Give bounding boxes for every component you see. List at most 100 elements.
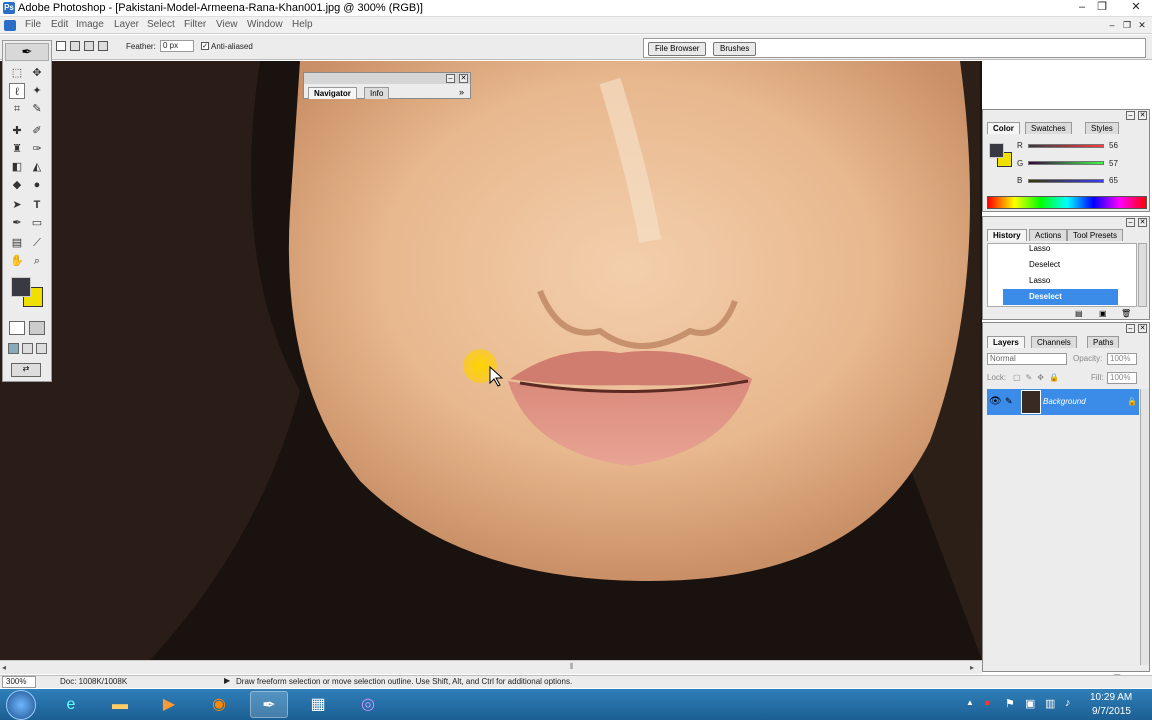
screen-mode-standard-icon[interactable] (8, 343, 19, 354)
video-editor-icon[interactable]: ▦ (299, 691, 337, 718)
tray-expand-icon[interactable]: ▲ (966, 698, 974, 707)
tab-info[interactable]: Info (364, 87, 390, 99)
layers-close-button[interactable]: ✕ (1138, 324, 1147, 333)
pen-tool-icon[interactable]: ✒ (9, 215, 25, 231)
history-brush-icon[interactable]: ✑ (29, 141, 45, 157)
history-close-button[interactable]: ✕ (1138, 218, 1147, 227)
tab-paths[interactable]: Paths (1087, 336, 1120, 348)
menu-image[interactable]: Image (76, 19, 104, 30)
slice-tool-icon[interactable]: ✎ (29, 101, 45, 117)
eyedropper-tool-icon[interactable]: ⟋ (29, 235, 45, 251)
scroll-left-icon[interactable]: ◂ (2, 663, 6, 672)
standard-mode-icon[interactable] (9, 321, 25, 335)
healing-brush-icon[interactable]: ✚ (9, 123, 25, 139)
lock-icons[interactable]: ▢✎✥🔒 (1013, 373, 1073, 383)
tab-channels[interactable]: Channels (1031, 336, 1077, 348)
clone-stamp-icon[interactable]: ♜ (9, 141, 25, 157)
marquee-tool-icon[interactable]: ⬚ (9, 65, 25, 81)
restore-button[interactable]: ❐ (1090, 0, 1114, 15)
notes-tool-icon[interactable]: ▤ (9, 235, 25, 251)
navigator-close-button[interactable]: ✕ (459, 74, 468, 83)
jump-to-imageready-icon[interactable]: ⇄ (11, 363, 41, 377)
history-item[interactable]: Deselect (1003, 257, 1118, 273)
volume-icon[interactable]: ♪ (1065, 697, 1071, 709)
magic-wand-tool-icon[interactable]: ✦ (29, 83, 45, 99)
file-browser-tab[interactable]: File Browser (648, 42, 707, 56)
network-icon[interactable]: ▥ (1045, 697, 1055, 710)
add-selection-icon[interactable] (70, 41, 80, 51)
brushes-tab[interactable]: Brushes (713, 42, 757, 56)
red-value[interactable]: 56 (1109, 141, 1118, 150)
menu-help[interactable]: Help (292, 19, 313, 30)
tab-layers[interactable]: Layers (987, 336, 1025, 348)
feather-input[interactable]: 0 px (160, 40, 194, 52)
color-fg-swatch[interactable] (989, 143, 1004, 158)
blue-slider[interactable] (1028, 179, 1104, 183)
tab-color[interactable]: Color (987, 122, 1020, 134)
red-slider[interactable] (1028, 144, 1104, 148)
photoshop-taskbar-icon[interactable]: ✒ (250, 691, 288, 718)
screen-mode-full-menu-icon[interactable] (22, 343, 33, 354)
layer-visibility-eye-icon[interactable]: 👁 (989, 396, 1002, 407)
doc-minimize-button[interactable]: – (1104, 18, 1120, 33)
menu-filter[interactable]: Filter (184, 19, 206, 30)
history-scrollbar[interactable] (1138, 243, 1147, 307)
quick-mask-icon[interactable] (29, 321, 45, 335)
tab-actions[interactable]: Actions (1029, 229, 1068, 241)
brush-tool-icon[interactable]: ✐ (29, 123, 45, 139)
anti-aliased-checkbox[interactable]: ✓ (201, 42, 209, 50)
tab-swatches[interactable]: Swatches (1025, 122, 1072, 134)
menu-layer[interactable]: Layer (114, 19, 139, 30)
foreground-color-swatch[interactable] (11, 277, 31, 297)
color-close-button[interactable]: ✕ (1138, 111, 1147, 120)
eraser-tool-icon[interactable]: ◧ (9, 159, 25, 175)
menu-file[interactable]: File (25, 19, 41, 30)
scroll-right-icon[interactable]: ▸ (970, 663, 974, 672)
clock-time[interactable]: 10:29 AM (1090, 692, 1132, 703)
menu-window[interactable]: Window (247, 19, 283, 30)
move-tool-icon[interactable]: ✥ (29, 65, 45, 81)
history-item[interactable]: Lasso (1003, 273, 1118, 289)
snapshot-icon[interactable]: ▣ (1099, 309, 1107, 318)
color-minimize-button[interactable]: – (1126, 111, 1135, 120)
tab-styles[interactable]: Styles (1085, 122, 1119, 134)
history-delete-icon[interactable]: 🗑 (1121, 309, 1131, 318)
blend-mode-select[interactable]: Normal (987, 353, 1067, 365)
doc-close-button[interactable]: ✕ (1134, 18, 1150, 33)
new-document-icon[interactable]: ▤ (1075, 309, 1083, 318)
rectangle-tool-icon[interactable]: ▭ (29, 215, 45, 231)
subtract-selection-icon[interactable] (84, 41, 94, 51)
path-selection-icon[interactable]: ➤ (9, 197, 25, 213)
menu-edit[interactable]: Edit (51, 19, 68, 30)
layers-minimize-button[interactable]: – (1126, 324, 1135, 333)
start-button[interactable] (6, 690, 36, 720)
paint-bucket-icon[interactable]: ◭ (29, 159, 45, 175)
menu-view[interactable]: View (216, 19, 238, 30)
network-alert-icon[interactable]: ⚑ (1005, 697, 1015, 710)
hand-tool-icon[interactable]: ✋ (9, 253, 25, 269)
crop-tool-icon[interactable]: ⌗ (9, 101, 25, 117)
zoom-tool-icon[interactable]: ⌕ (29, 253, 45, 269)
green-value[interactable]: 57 (1109, 159, 1118, 168)
blue-value[interactable]: 65 (1109, 176, 1118, 185)
opacity-input[interactable]: 100% (1107, 353, 1137, 365)
document-canvas[interactable] (0, 61, 982, 660)
navigator-menu-arrow[interactable]: » (459, 87, 464, 97)
file-explorer-icon[interactable]: ▬ (101, 691, 139, 718)
tab-tool-presets[interactable]: Tool Presets (1067, 229, 1124, 241)
doc-restore-button[interactable]: ❐ (1119, 18, 1135, 33)
history-item-selected[interactable]: Deselect (1003, 289, 1118, 305)
intersect-selection-icon[interactable] (98, 41, 108, 51)
tab-history[interactable]: History (987, 229, 1027, 241)
internet-explorer-icon[interactable]: e (52, 691, 90, 718)
screen-mode-full-icon[interactable] (36, 343, 47, 354)
layer-name[interactable]: Background (1043, 397, 1086, 406)
layers-scrollbar[interactable] (1140, 389, 1149, 665)
lasso-tool-icon[interactable]: ℓ (9, 83, 25, 99)
type-tool-icon[interactable]: T (29, 197, 45, 213)
blur-tool-icon[interactable]: ◆ (9, 177, 25, 193)
close-button[interactable]: ✕ (1120, 0, 1152, 15)
horizontal-scrollbar[interactable]: ◂ ⦀ ▸ (0, 660, 982, 674)
tab-navigator[interactable]: Navigator (308, 87, 357, 99)
new-selection-icon[interactable] (56, 41, 66, 51)
